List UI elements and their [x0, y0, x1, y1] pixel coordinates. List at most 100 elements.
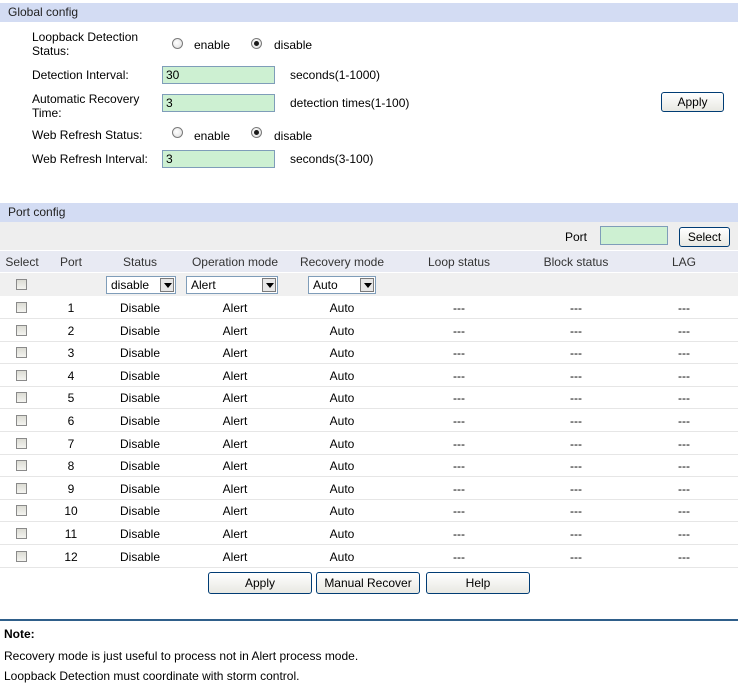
cell-recovery: Auto	[329, 437, 355, 451]
table-row: 4 Disable Alert Auto --- --- ---	[0, 365, 738, 387]
cell-recovery: Auto	[329, 414, 355, 428]
auto-recovery-label-2: Time:	[32, 106, 62, 120]
col-select: Select	[5, 255, 39, 269]
row-select-checkbox[interactable]	[16, 302, 27, 313]
cell-recovery: Auto	[329, 550, 355, 564]
manual-recover-button[interactable]: Manual Recover	[316, 572, 420, 594]
row-select-checkbox[interactable]	[16, 370, 27, 381]
cell-loop: ---	[453, 369, 465, 383]
select-all-checkbox[interactable]	[16, 279, 27, 290]
port-config-header: Port config	[0, 203, 738, 222]
cell-lag: ---	[678, 346, 690, 360]
cell-operation: Alert	[222, 324, 248, 338]
cell-loop: ---	[453, 459, 465, 473]
cell-status: Disable	[119, 527, 161, 541]
cell-recovery: Auto	[329, 391, 355, 405]
cell-operation: Alert	[222, 527, 248, 541]
cell-recovery: Auto	[329, 482, 355, 496]
row-select-checkbox[interactable]	[16, 505, 27, 516]
chevron-down-icon	[360, 278, 374, 292]
chevron-down-icon	[262, 278, 276, 292]
cell-loop: ---	[453, 550, 465, 564]
table-row: 9 Disable Alert Auto --- --- ---	[0, 478, 738, 500]
cell-block: ---	[570, 414, 582, 428]
help-button[interactable]: Help	[426, 572, 530, 594]
cell-operation: Alert	[222, 301, 248, 315]
loopback-disable-radio[interactable]	[251, 38, 262, 49]
port-search-input[interactable]	[600, 226, 668, 245]
row-select-checkbox[interactable]	[16, 460, 27, 471]
cell-block: ---	[570, 527, 582, 541]
col-port: Port	[59, 255, 82, 269]
global-apply-button[interactable]: Apply	[661, 92, 724, 112]
cell-status: Disable	[119, 437, 161, 451]
cell-port: 4	[67, 369, 75, 383]
cell-loop: ---	[453, 527, 465, 541]
table-row: 12 Disable Alert Auto --- --- ---	[0, 546, 738, 568]
cell-operation: Alert	[222, 482, 248, 496]
divider	[0, 619, 738, 621]
cell-lag: ---	[678, 437, 690, 451]
cell-status: Disable	[119, 301, 161, 315]
cell-loop: ---	[453, 346, 465, 360]
auto-recovery-label-1: Automatic Recovery	[32, 92, 140, 106]
cell-recovery: Auto	[329, 527, 355, 541]
detection-interval-hint: seconds(1-1000)	[290, 68, 381, 82]
global-config-header: Global config	[0, 3, 738, 22]
recovery-filter-select[interactable]: Auto	[308, 276, 376, 294]
loopback-enable-label: enable	[194, 38, 231, 52]
loopback-enable-radio[interactable]	[172, 38, 183, 49]
port-select-button[interactable]: Select	[679, 227, 730, 247]
web-refresh-interval-input[interactable]: 3	[162, 150, 275, 168]
note-line-2: Loopback Detection must coordinate with …	[4, 669, 300, 683]
row-divider	[0, 318, 738, 319]
row-select-checkbox[interactable]	[16, 347, 27, 358]
recovery-filter-value: Auto	[313, 278, 338, 292]
status-filter-value: disable	[111, 278, 150, 292]
row-select-checkbox[interactable]	[16, 438, 27, 449]
note-title: Note:	[4, 627, 35, 641]
cell-status: Disable	[119, 391, 161, 405]
loopback-disable-label: disable	[274, 38, 313, 52]
cell-block: ---	[570, 482, 582, 496]
web-refresh-disable-radio[interactable]	[251, 127, 262, 138]
cell-block: ---	[570, 346, 582, 360]
row-select-checkbox[interactable]	[16, 551, 27, 562]
cell-status: Disable	[119, 550, 161, 564]
cell-status: Disable	[119, 414, 161, 428]
cell-recovery: Auto	[329, 346, 355, 360]
web-refresh-enable-radio[interactable]	[172, 127, 183, 138]
cell-port: 11	[64, 527, 78, 541]
row-select-checkbox[interactable]	[16, 528, 27, 539]
table-row: 5 Disable Alert Auto --- --- ---	[0, 387, 738, 409]
cell-loop: ---	[453, 301, 465, 315]
operation-filter-select[interactable]: Alert	[186, 276, 278, 294]
cell-loop: ---	[453, 437, 465, 451]
cell-block: ---	[570, 504, 582, 518]
cell-status: Disable	[119, 346, 161, 360]
detection-interval-input[interactable]: 30	[162, 66, 275, 84]
status-filter-select[interactable]: disable	[106, 276, 176, 294]
cell-block: ---	[570, 301, 582, 315]
col-operation-mode: Operation mode	[191, 255, 279, 269]
row-divider	[0, 567, 738, 568]
cell-operation: Alert	[222, 437, 248, 451]
cell-lag: ---	[678, 324, 690, 338]
row-select-checkbox[interactable]	[16, 392, 27, 403]
cell-port: 8	[67, 459, 75, 473]
row-select-checkbox[interactable]	[16, 415, 27, 426]
row-divider	[0, 431, 738, 432]
loopback-status-label-2: Status:	[32, 44, 70, 58]
row-select-checkbox[interactable]	[16, 325, 27, 336]
cell-recovery: Auto	[329, 369, 355, 383]
auto-recovery-input[interactable]: 3	[162, 94, 275, 112]
row-divider	[0, 476, 738, 477]
cell-status: Disable	[119, 324, 161, 338]
col-status: Status	[122, 255, 158, 269]
chevron-down-icon	[160, 278, 174, 292]
cell-port: 10	[64, 504, 78, 518]
row-select-checkbox[interactable]	[16, 483, 27, 494]
cell-block: ---	[570, 369, 582, 383]
apply-button[interactable]: Apply	[208, 572, 312, 594]
cell-port: 1	[67, 301, 75, 315]
